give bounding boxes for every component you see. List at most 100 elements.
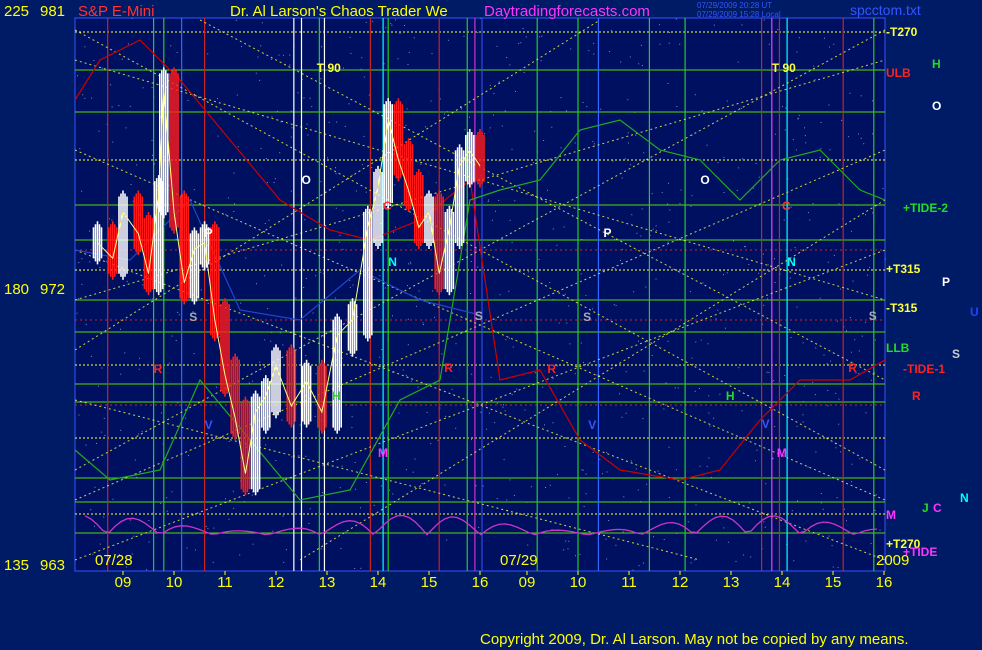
star-dot <box>130 184 132 185</box>
star-dot <box>547 189 548 191</box>
star-dot <box>835 392 837 394</box>
star-dot <box>154 163 156 165</box>
day-label-0728: 07/28 <box>95 552 133 569</box>
star-dot <box>175 340 177 341</box>
marker-label-0728: N <box>388 255 397 269</box>
marker-label-0729: R <box>848 361 857 375</box>
star-dot <box>245 257 247 259</box>
star-dot <box>85 324 87 326</box>
star-dot <box>320 78 322 80</box>
star-dot <box>557 474 558 476</box>
star-dot <box>668 42 670 44</box>
star-dot <box>464 129 466 131</box>
star-dot <box>580 273 582 275</box>
star-dot <box>85 444 87 446</box>
star-dot <box>613 304 615 306</box>
star-dot <box>592 141 594 143</box>
star-dot <box>851 463 853 465</box>
star-dot <box>804 127 806 129</box>
star-dot <box>100 431 102 433</box>
star-dot <box>568 497 570 499</box>
star-dot <box>335 173 337 175</box>
star-dot <box>393 231 394 233</box>
star-dot <box>677 387 679 389</box>
star-dot <box>777 28 779 30</box>
star-dot <box>719 270 721 272</box>
x-hour-label: 13 <box>319 574 336 591</box>
star-dot <box>690 205 692 207</box>
star-dot <box>658 24 660 26</box>
star-dot <box>668 221 670 223</box>
star-dot <box>802 421 804 423</box>
x-hour-label: 11 <box>217 574 233 591</box>
star-dot <box>193 189 195 191</box>
star-dot <box>738 167 740 169</box>
star-dot <box>835 447 837 449</box>
star-dot <box>291 127 293 129</box>
star-dot <box>723 527 725 529</box>
star-dot <box>717 162 719 164</box>
star-dot <box>844 508 845 510</box>
star-dot <box>585 493 587 495</box>
star-dot <box>596 374 598 376</box>
star-dot <box>82 94 84 96</box>
star-dot <box>424 126 426 128</box>
star-dot <box>509 64 511 66</box>
star-dot <box>802 342 804 344</box>
marker-label-0728: H <box>332 389 341 403</box>
star-dot <box>540 60 542 62</box>
star-dot <box>627 142 629 144</box>
star-dot <box>426 411 428 413</box>
star-dot <box>389 489 390 491</box>
star-dot <box>92 553 94 555</box>
star-dot <box>279 152 281 154</box>
star-dot <box>585 473 587 475</box>
star-dot <box>315 275 317 277</box>
star-dot <box>437 439 439 441</box>
star-dot <box>345 531 347 533</box>
star-dot <box>727 541 729 543</box>
star-dot <box>638 340 639 342</box>
y-top-price: 981 <box>40 3 65 20</box>
star-dot <box>755 460 756 462</box>
star-dot <box>351 427 353 429</box>
star-dot <box>640 235 642 237</box>
star-dot <box>702 282 704 284</box>
star-dot <box>498 200 500 201</box>
star-dot <box>631 214 633 216</box>
star-dot <box>874 509 876 511</box>
star-dot <box>552 378 554 380</box>
star-dot <box>233 211 235 212</box>
star-dot <box>268 219 270 221</box>
star-dot <box>207 528 209 530</box>
star-dot <box>228 441 230 442</box>
star-dot <box>379 356 381 358</box>
star-dot <box>569 343 571 345</box>
star-dot <box>579 553 581 555</box>
star-dot <box>225 498 226 500</box>
right-field-label: P <box>942 275 950 289</box>
star-dot <box>259 79 261 81</box>
star-dot <box>352 284 354 286</box>
star-dot <box>195 549 196 551</box>
star-dot <box>791 510 793 512</box>
star-dot <box>796 306 798 308</box>
star-dot <box>694 390 696 392</box>
star-dot <box>120 328 121 330</box>
star-dot <box>308 522 310 524</box>
star-dot <box>112 498 114 500</box>
star-dot <box>560 147 562 149</box>
star-dot <box>582 102 584 103</box>
star-dot <box>815 347 817 349</box>
y-mid-price: 972 <box>40 281 65 298</box>
marker-label-0728: S <box>189 310 197 324</box>
star-dot <box>430 100 432 102</box>
star-dot <box>493 93 495 94</box>
star-dot <box>767 264 769 266</box>
star-dot <box>335 207 337 209</box>
right-field-label: -TIDE-1 <box>903 362 945 376</box>
star-dot <box>121 58 123 60</box>
star-dot <box>750 556 752 558</box>
marker-label-0729: O <box>700 173 709 187</box>
star-dot <box>90 355 92 357</box>
